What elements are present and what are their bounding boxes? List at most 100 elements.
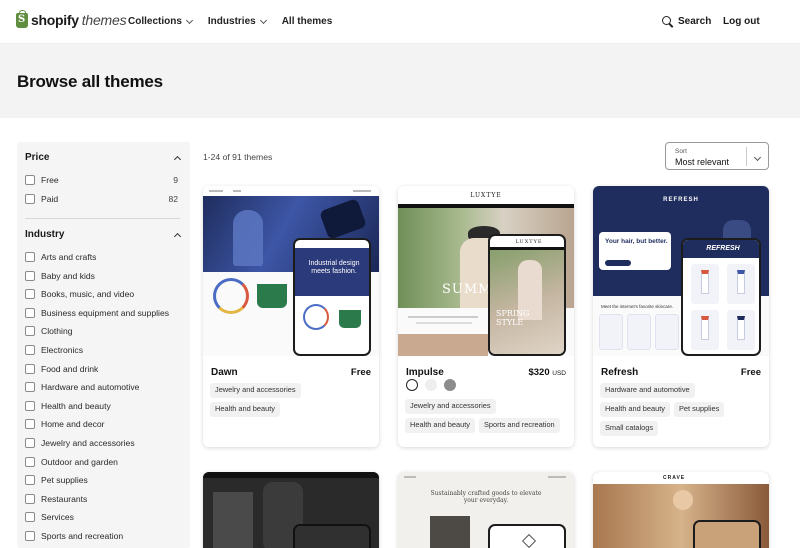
preview-brand: LUXTYE — [470, 192, 502, 199]
filter-option-industry[interactable]: Hardware and automotive — [25, 380, 178, 394]
filter-option-label: Pet supplies — [41, 475, 88, 486]
price-amount: Free — [740, 367, 761, 378]
main-nav: Collections Industries All themes — [128, 16, 332, 27]
checkbox[interactable] — [25, 400, 35, 411]
chevron-up-icon — [173, 155, 182, 163]
checkbox[interactable] — [25, 475, 35, 486]
preview-brand: LUXTYE — [515, 239, 543, 245]
sort-label: Sort — [675, 148, 687, 155]
nav-industries[interactable]: Industries — [208, 16, 267, 27]
theme-card-impulse[interactable]: LUXTYE SUMME LUXTYE SPRING STYLE Impulse… — [398, 186, 574, 447]
filter-option-label: Business equipment and supplies — [41, 307, 170, 318]
theme-preview: Sustainably crafted goods to elevate you… — [398, 472, 574, 548]
results-count: 1-24 of 91 themes — [203, 152, 273, 162]
theme-tag: Health and beauty — [210, 401, 280, 417]
theme-card-dawn[interactable]: Industrial design meets fashion. Dawn Fr… — [203, 186, 379, 447]
preview-phone — [693, 520, 761, 548]
swatch-light[interactable] — [425, 379, 437, 391]
filter-option-label: Clothing — [41, 326, 73, 337]
chevron-up-icon — [173, 232, 182, 240]
filter-option-label: Jewelry and accessories — [41, 438, 135, 448]
theme-card-row2-3[interactable]: CRAVE — [593, 472, 769, 548]
filter-option-industry[interactable]: Restaurants — [25, 492, 178, 506]
price-amount: $320 — [528, 367, 550, 378]
preview-caption: Meet the internet's favorite skincare. — [601, 304, 674, 309]
theme-card-row2-2[interactable]: Sustainably crafted goods to elevate you… — [398, 472, 574, 548]
price-filter-header[interactable]: Price — [25, 152, 182, 163]
industry-filter-title: Industry — [25, 229, 65, 240]
swatch-grey[interactable] — [444, 379, 456, 391]
logout-link[interactable]: Log out — [723, 16, 760, 27]
checkbox[interactable] — [25, 270, 35, 281]
filter-option-count: 82 — [168, 194, 178, 204]
checkbox[interactable] — [25, 326, 35, 337]
checkbox[interactable] — [25, 363, 35, 374]
filter-option-industry[interactable]: Clothing — [25, 324, 178, 338]
filter-option-industry[interactable]: Jewelry and accessories — [25, 436, 178, 450]
filter-option-label: Arts and crafts — [41, 252, 97, 262]
theme-card-refresh[interactable]: REFRESH Your hair, but better. Meet the … — [593, 186, 769, 447]
sort-select[interactable]: Sort Most relevant — [665, 142, 769, 170]
filter-option-industry[interactable]: Baby and kids — [25, 269, 178, 283]
filter-option-industry[interactable]: Services — [25, 510, 178, 524]
filter-option-label: Home and decor — [41, 419, 105, 430]
checkbox[interactable] — [25, 438, 35, 448]
theme-preview — [203, 472, 379, 548]
theme-preview: CRAVE — [593, 472, 769, 548]
filter-option-paid[interactable]: Paid 82 — [25, 192, 178, 206]
filter-option-label: Sports and recreation — [41, 531, 124, 541]
checkbox[interactable] — [25, 345, 35, 355]
filter-option-industry[interactable]: Pet supplies — [25, 473, 178, 487]
checkbox[interactable] — [25, 531, 35, 541]
preview-phone: Industrial design meets fashion. — [293, 238, 371, 356]
nav-collections[interactable]: Collections — [128, 16, 193, 27]
theme-price: Free — [351, 367, 371, 378]
theme-tag: Pet supplies — [674, 401, 725, 417]
checkbox[interactable] — [25, 289, 35, 300]
industry-filter-header[interactable]: Industry — [25, 229, 182, 240]
checkbox[interactable] — [25, 194, 35, 204]
shopify-bag-icon — [16, 9, 28, 28]
preview-text: Industrial design meets fashion. — [308, 260, 360, 276]
theme-tags: Hardware and automotive Health and beaut… — [600, 383, 763, 436]
filter-option-label: Outdoor and garden — [41, 456, 118, 467]
theme-tag: Small catalogs — [600, 420, 659, 436]
preview-phone: REFRESH — [681, 238, 761, 356]
logo-sub: themes — [81, 12, 127, 28]
filter-option-industry[interactable]: Books, music, and video — [25, 287, 178, 301]
filter-option-industry[interactable]: Sports and recreation — [25, 529, 178, 543]
chevron-down-icon — [259, 16, 267, 24]
nav-all-themes[interactable]: All themes — [282, 16, 333, 27]
swatch-white[interactable] — [406, 379, 418, 391]
price-amount: Free — [350, 367, 371, 378]
checkbox[interactable] — [25, 419, 35, 430]
filter-option-industry[interactable]: Electronics — [25, 343, 178, 357]
filter-option-industry[interactable]: Home and decor — [25, 417, 178, 431]
preview-brand: REFRESH — [706, 245, 740, 252]
filter-option-free[interactable]: Free 9 — [25, 173, 178, 187]
filter-option-industry[interactable]: Health and beauty — [25, 399, 178, 413]
checkbox[interactable] — [25, 456, 35, 467]
search-button[interactable]: Search — [662, 16, 711, 27]
filter-option-industry[interactable]: Arts and crafts — [25, 250, 178, 264]
theme-card-row2-1[interactable] — [203, 472, 379, 548]
filter-option-label: Food and drink — [41, 363, 99, 374]
chevron-down-icon — [753, 153, 762, 162]
filter-option-industry[interactable]: Outdoor and garden — [25, 455, 178, 469]
filter-option-label: Restaurants — [41, 493, 88, 504]
filter-option-industry[interactable]: Food and drink — [25, 362, 178, 376]
theme-tags: Jewelry and accessories Health and beaut… — [405, 399, 568, 433]
shopify-themes-logo[interactable]: shopify themes — [16, 9, 127, 28]
checkbox[interactable] — [25, 307, 35, 318]
preview-phone: LUXTYE SPRING STYLE — [488, 234, 566, 356]
checkbox[interactable] — [25, 175, 35, 185]
preview-phone — [293, 524, 371, 548]
theme-preview-impulse: LUXTYE SUMME LUXTYE SPRING STYLE — [398, 186, 574, 356]
checkbox[interactable] — [25, 382, 35, 393]
theme-tag: Health and beauty — [600, 401, 670, 417]
checkbox[interactable] — [25, 252, 35, 262]
checkbox[interactable] — [25, 493, 35, 504]
preview-phone — [488, 524, 566, 548]
checkbox[interactable] — [25, 512, 35, 523]
filter-option-industry[interactable]: Business equipment and supplies — [25, 306, 178, 320]
